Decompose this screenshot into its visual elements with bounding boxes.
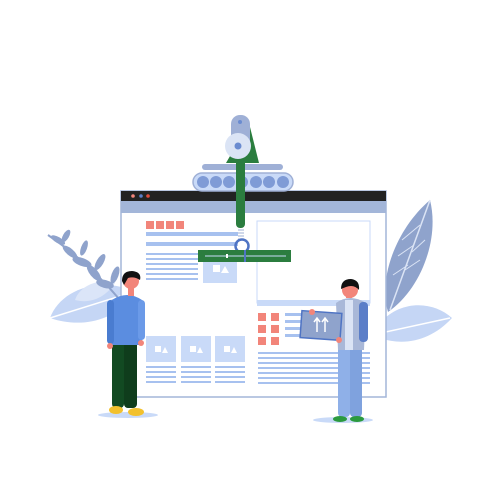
minimize-dot-icon <box>139 194 143 198</box>
maximize-dot-icon <box>146 194 150 198</box>
close-dot-icon <box>131 194 135 198</box>
upload-arrows-icon <box>299 309 343 342</box>
website-building-illustration <box>47 115 452 423</box>
